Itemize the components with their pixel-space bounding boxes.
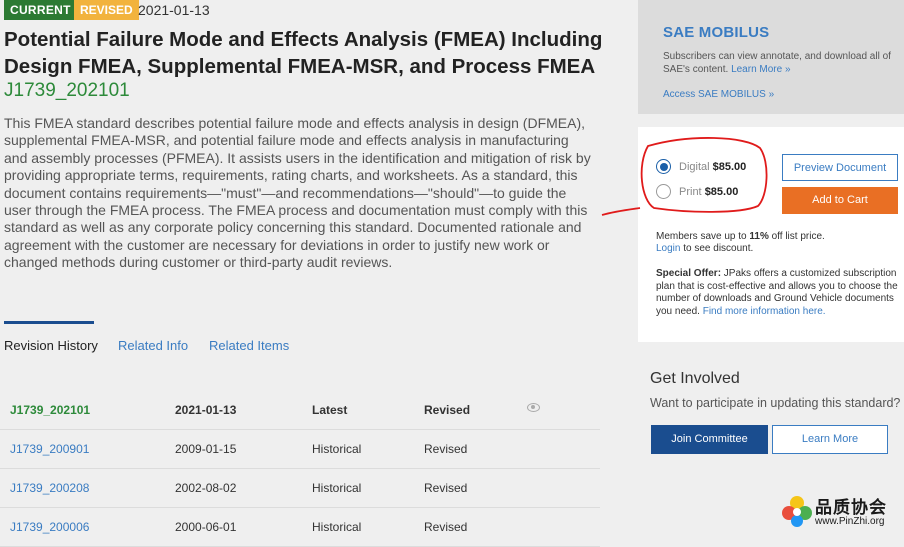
mobilus-learn-more-link[interactable]: Learn More »: [731, 64, 790, 75]
watermark-logo: 品质协会 www.PinZhi.org: [778, 490, 904, 531]
print-price: $85.00: [704, 186, 739, 198]
mobilus-text: Subscribers can view annotate, and downl…: [663, 50, 898, 76]
current-badge: CURRENT: [4, 0, 77, 20]
revision-status: Historical: [312, 442, 362, 456]
tab-related-info[interactable]: Related Info: [118, 338, 188, 353]
revision-history-table: J1739_202101 2021-01-13 Latest Revised J…: [0, 391, 600, 547]
revision-status: Historical: [312, 481, 362, 495]
revision-id[interactable]: J1739_200006: [10, 520, 89, 534]
members-discount-note: Members save up to 11% off list price. Lo…: [656, 231, 896, 255]
digital-price: $85.00: [712, 161, 747, 173]
revision-status: Historical: [312, 520, 362, 534]
table-row: J1739_200006 2000-06-01 Historical Revis…: [0, 508, 600, 547]
join-committee-button[interactable]: Join Committee: [651, 425, 768, 454]
special-offer-label: Special Offer:: [656, 268, 722, 279]
print-label: Print: [679, 186, 702, 198]
print-option[interactable]: Print $85.00: [679, 186, 738, 198]
special-offer: Special Offer: JPaks offers a customized…: [656, 268, 901, 318]
members-text-post: off list price.: [768, 231, 825, 242]
get-involved-heading: Get Involved: [650, 370, 740, 387]
flower-icon: [782, 496, 812, 527]
revision-date: 2000-06-01: [175, 520, 237, 534]
document-id: J1739_202101: [4, 80, 130, 101]
watermark-title: 品质协会: [815, 498, 887, 517]
mobilus-panel: SAE MOBILUS Subscribers can view annotat…: [638, 0, 904, 114]
publish-date: 2021-01-13: [138, 2, 210, 18]
digital-label: Digital: [679, 161, 710, 173]
members-text-pre: Members save up to: [656, 231, 750, 242]
document-description: This FMEA standard describes potential f…: [4, 115, 591, 271]
revision-date: 2021-01-13: [175, 403, 237, 417]
get-involved-text: Want to participate in updating this sta…: [650, 396, 901, 410]
print-radio[interactable]: [656, 184, 671, 199]
login-link[interactable]: Login: [656, 243, 680, 254]
preview-document-button[interactable]: Preview Document: [782, 154, 898, 181]
digital-radio[interactable]: [656, 159, 671, 174]
mobilus-access-link[interactable]: Access SAE MOBILUS »: [663, 89, 774, 100]
page-title: Potential Failure Mode and Effects Analy…: [4, 28, 603, 78]
active-tab-indicator: [4, 321, 94, 324]
digital-option[interactable]: Digital $85.00: [679, 161, 746, 173]
eye-icon[interactable]: [527, 403, 540, 412]
revision-date: 2002-08-02: [175, 481, 237, 495]
revision-id[interactable]: J1739_200208: [10, 481, 89, 495]
table-row: J1739_202101 2021-01-13 Latest Revised: [0, 391, 600, 430]
table-row: J1739_200901 2009-01-15 Historical Revis…: [0, 430, 600, 469]
revision-type: Revised: [424, 442, 468, 456]
login-note: to see discount.: [680, 243, 754, 254]
revision-type: Revised: [424, 481, 468, 495]
revision-date: 2009-01-15: [175, 442, 237, 456]
revision-id[interactable]: J1739_202101: [10, 403, 90, 417]
tab-related-items[interactable]: Related Items: [209, 338, 289, 353]
add-to-cart-button[interactable]: Add to Cart: [782, 187, 898, 214]
revision-id[interactable]: J1739_200901: [10, 442, 89, 456]
tab-revision-history[interactable]: Revision History: [4, 338, 98, 353]
revision-type: Revised: [424, 403, 471, 417]
learn-more-button[interactable]: Learn More: [772, 425, 888, 454]
mobilus-title: SAE MOBILUS: [663, 24, 770, 41]
table-row: J1739_200208 2002-08-02 Historical Revis…: [0, 469, 600, 508]
watermark-url: www.PinZhi.org: [815, 516, 885, 527]
revised-badge: REVISED: [74, 0, 139, 20]
special-offer-link[interactable]: Find more information here.: [703, 306, 826, 317]
revision-status: Latest: [312, 403, 348, 417]
revision-type: Revised: [424, 520, 468, 534]
members-discount-pct: 11%: [749, 231, 769, 242]
